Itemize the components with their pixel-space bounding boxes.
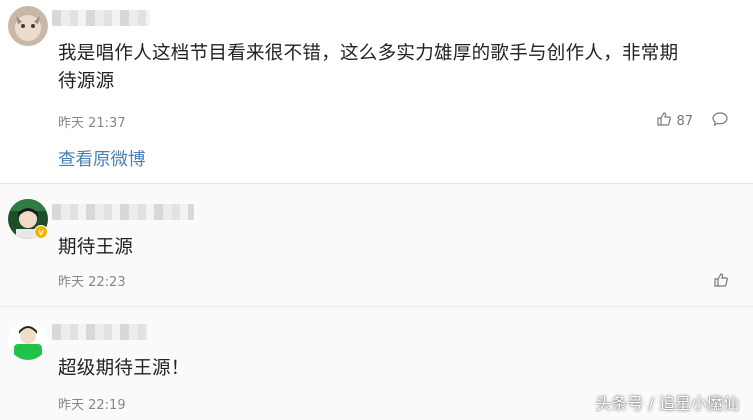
comment-icon[interactable] xyxy=(711,111,729,131)
comment-text-line2: 待源源 xyxy=(58,71,115,92)
comment-actions xyxy=(713,272,729,292)
comment-text-line1: 我是唱作人这档节目看来很不错，这么多实力雄厚的歌手与创作人，非常期 xyxy=(58,43,679,64)
divider xyxy=(0,306,753,307)
username-blurred[interactable] xyxy=(52,204,194,220)
username-blurred[interactable] xyxy=(52,324,148,340)
timestamp: 昨天 22:23 xyxy=(58,275,126,290)
comment-text: 期待王源 xyxy=(58,237,134,258)
avatar[interactable] xyxy=(8,320,48,360)
timestamp: 昨天 21:37 xyxy=(58,116,126,131)
avatar[interactable] xyxy=(8,6,48,46)
timestamp: 昨天 22:19 xyxy=(58,398,126,413)
thumb-up-icon xyxy=(656,111,672,131)
watermark: 头条号 / 追星小魔仙 xyxy=(595,394,739,413)
verified-badge: v xyxy=(34,225,48,239)
comment-actions: 87 xyxy=(656,111,729,131)
like-count: 87 xyxy=(676,113,693,129)
comment-text: 超级期待王源！ xyxy=(58,358,190,379)
like-button[interactable]: 87 xyxy=(656,111,693,131)
thumb-up-icon[interactable] xyxy=(713,272,729,292)
comment-1: 我是唱作人这档节目看来很不错，这么多实力雄厚的歌手与创作人，非常期 待源源 昨天… xyxy=(0,0,753,184)
view-original-link[interactable]: 查看原微博 xyxy=(58,146,146,171)
username-blurred[interactable] xyxy=(52,10,150,26)
comment-text: 我是唱作人这档节目看来很不错，这么多实力雄厚的歌手与创作人，非常期 待源源 xyxy=(58,40,678,96)
